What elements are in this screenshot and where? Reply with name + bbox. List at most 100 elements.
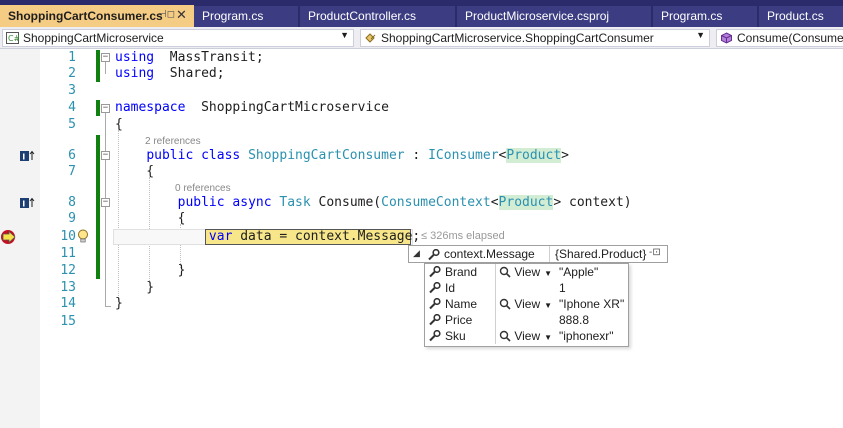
project-dropdown[interactable]: C# ShoppingCartMicroservice ▼ <box>2 29 354 47</box>
code-line[interactable]: { <box>115 164 154 180</box>
code-token: < <box>490 195 499 210</box>
datatip-row-sku[interactable]: Sku View ▼ "iphonexr" <box>425 328 628 344</box>
datatip-row-id[interactable]: Id 1 <box>425 280 628 296</box>
wrench-icon <box>429 314 441 326</box>
magnifier-icon <box>499 266 511 278</box>
tab-program[interactable]: Program.cs <box>194 6 298 27</box>
code-line[interactable]: } <box>115 296 123 312</box>
line-number: 2 <box>68 66 76 81</box>
chevron-down-icon: ▼ <box>696 30 705 40</box>
collapse-icon[interactable]: − <box>101 104 110 113</box>
tab-product[interactable]: Product.cs <box>759 6 843 27</box>
code-line[interactable]: namespace ShoppingCartMicroservice <box>115 100 389 116</box>
magnifier-icon <box>499 298 511 310</box>
wrench-icon <box>429 266 441 278</box>
svg-text:I: I <box>22 200 25 209</box>
project-name: ShoppingCartMicroservice <box>23 31 164 45</box>
code-token: MassTransit; <box>154 50 264 65</box>
datatip-row-name[interactable]: Name View ▼ "Iphone XR" <box>425 296 628 312</box>
line-number: 1 <box>68 50 76 65</box>
member-value[interactable]: 888.8 <box>559 313 589 327</box>
member-value[interactable]: "Apple" <box>559 265 598 279</box>
datatip-separator <box>495 280 496 296</box>
breakpoint-current-statement-icon[interactable] <box>0 229 18 245</box>
view-label: View <box>514 297 541 311</box>
visualizer-dropdown[interactable]: View ▼ <box>499 297 552 311</box>
wrench-icon <box>429 298 441 310</box>
tab-productcontroller[interactable]: ProductController.cs <box>300 6 455 27</box>
close-icon[interactable]: ✕ <box>176 7 187 23</box>
expand-icon[interactable]: ◢ <box>413 248 420 259</box>
tab-shoppingcartconsumer[interactable]: ShoppingCartConsumer.cs ⊣◻ ✕ <box>0 5 194 28</box>
codelens-references[interactable]: 0 references <box>175 183 231 195</box>
codelens-references[interactable]: 2 references <box>145 136 201 148</box>
code-editor[interactable]: I I − − − − 1 2 3 4 5 6 7 8 9 10 11 12 1… <box>0 49 843 428</box>
tab-label: Product.cs <box>767 9 824 23</box>
perftip-elapsed[interactable]: ≤ 326ms elapsed <box>421 230 505 242</box>
line-number: 10 <box>60 229 76 244</box>
member-value[interactable]: "Iphone XR" <box>559 297 624 311</box>
code-line[interactable]: using MassTransit; <box>115 50 264 66</box>
member-value[interactable]: "iphonexr" <box>559 329 614 343</box>
datatip-row-price[interactable]: Price 888.8 <box>425 312 628 328</box>
collapse-icon[interactable]: − <box>101 198 110 207</box>
code-line[interactable]: public async Task Consume(ConsumeContext… <box>115 195 632 211</box>
lightbulb-icon[interactable] <box>77 229 89 244</box>
method-cube-icon <box>721 32 732 44</box>
tab-program-2[interactable]: Program.cs <box>653 6 757 27</box>
line-number: 13 <box>60 280 76 295</box>
datatip-separator <box>549 246 550 262</box>
type-dropdown[interactable]: ShoppingCartMicroservice.ShoppingCartCon… <box>360 29 710 47</box>
type-token: ShoppingCartConsumer <box>248 148 405 163</box>
type-token: IConsumer <box>428 148 499 163</box>
member-name: Id <box>445 281 456 295</box>
pin-icon[interactable]: -⊡ <box>649 247 661 258</box>
implements-interface-icon[interactable]: I <box>20 197 36 209</box>
line-number: 8 <box>68 195 76 210</box>
highlighted-type-token: Product <box>498 195 554 210</box>
code-token: { <box>115 211 186 226</box>
keyword-token: var <box>208 229 233 244</box>
member-dropdown[interactable]: Consume(ConsumeContext<Product> context) <box>716 29 843 47</box>
datatip-separator <box>495 328 496 344</box>
implements-interface-icon[interactable]: I <box>20 150 36 162</box>
pin-icon[interactable]: ⊣◻ <box>158 9 175 20</box>
code-token: : <box>404 148 429 163</box>
member-name: Price <box>445 313 473 327</box>
tab-productmicroservice-csproj[interactable]: ProductMicroservice.csproj <box>457 6 651 27</box>
code-token: Shared; <box>154 66 225 81</box>
datatip-header[interactable]: ◢ context.Message {Shared.Product} -⊡ <box>408 245 668 263</box>
member-name: Brand <box>445 265 478 279</box>
csharp-project-icon: C# <box>6 32 19 44</box>
code-line[interactable]: { <box>115 117 123 133</box>
member-name: Name <box>445 297 478 311</box>
code-line[interactable]: using Shared; <box>115 66 225 82</box>
line-number: 4 <box>68 100 76 115</box>
collapse-icon[interactable]: − <box>101 151 110 160</box>
keyword-token: public async <box>177 195 272 210</box>
code-line[interactable]: var data = context.Message; <box>115 229 420 245</box>
member-value[interactable]: 1 <box>559 281 566 295</box>
code-line[interactable]: public class ShoppingCartConsumer : ICon… <box>115 148 569 164</box>
chevron-down-icon: ▼ <box>340 30 349 40</box>
chevron-down-icon: ▼ <box>544 301 553 310</box>
collapse-icon[interactable]: − <box>101 53 110 62</box>
code-line[interactable]: } <box>115 263 186 279</box>
type-name: ShoppingCartMicroservice.ShoppingCartCon… <box>381 31 654 45</box>
member-name: Consume(ConsumeContext<Product> context) <box>737 31 843 45</box>
code-line[interactable]: { <box>115 211 186 227</box>
visualizer-dropdown[interactable]: View ▼ <box>499 329 552 343</box>
wrench-icon <box>428 249 440 261</box>
line-number: 11 <box>60 246 76 261</box>
member-name: Sku <box>445 329 466 343</box>
code-token: } <box>115 280 155 295</box>
line-number: 7 <box>68 164 76 179</box>
code-token: { <box>115 164 155 179</box>
datatip-row-brand[interactable]: Brand View ▼ "Apple" <box>425 264 628 280</box>
visualizer-dropdown[interactable]: View ▼ <box>499 265 552 279</box>
tab-label: ProductController.cs <box>308 9 417 23</box>
code-line[interactable]: } <box>115 280 154 296</box>
chevron-down-icon: ▼ <box>544 333 553 342</box>
code-token: data = context.Message; <box>232 229 421 244</box>
